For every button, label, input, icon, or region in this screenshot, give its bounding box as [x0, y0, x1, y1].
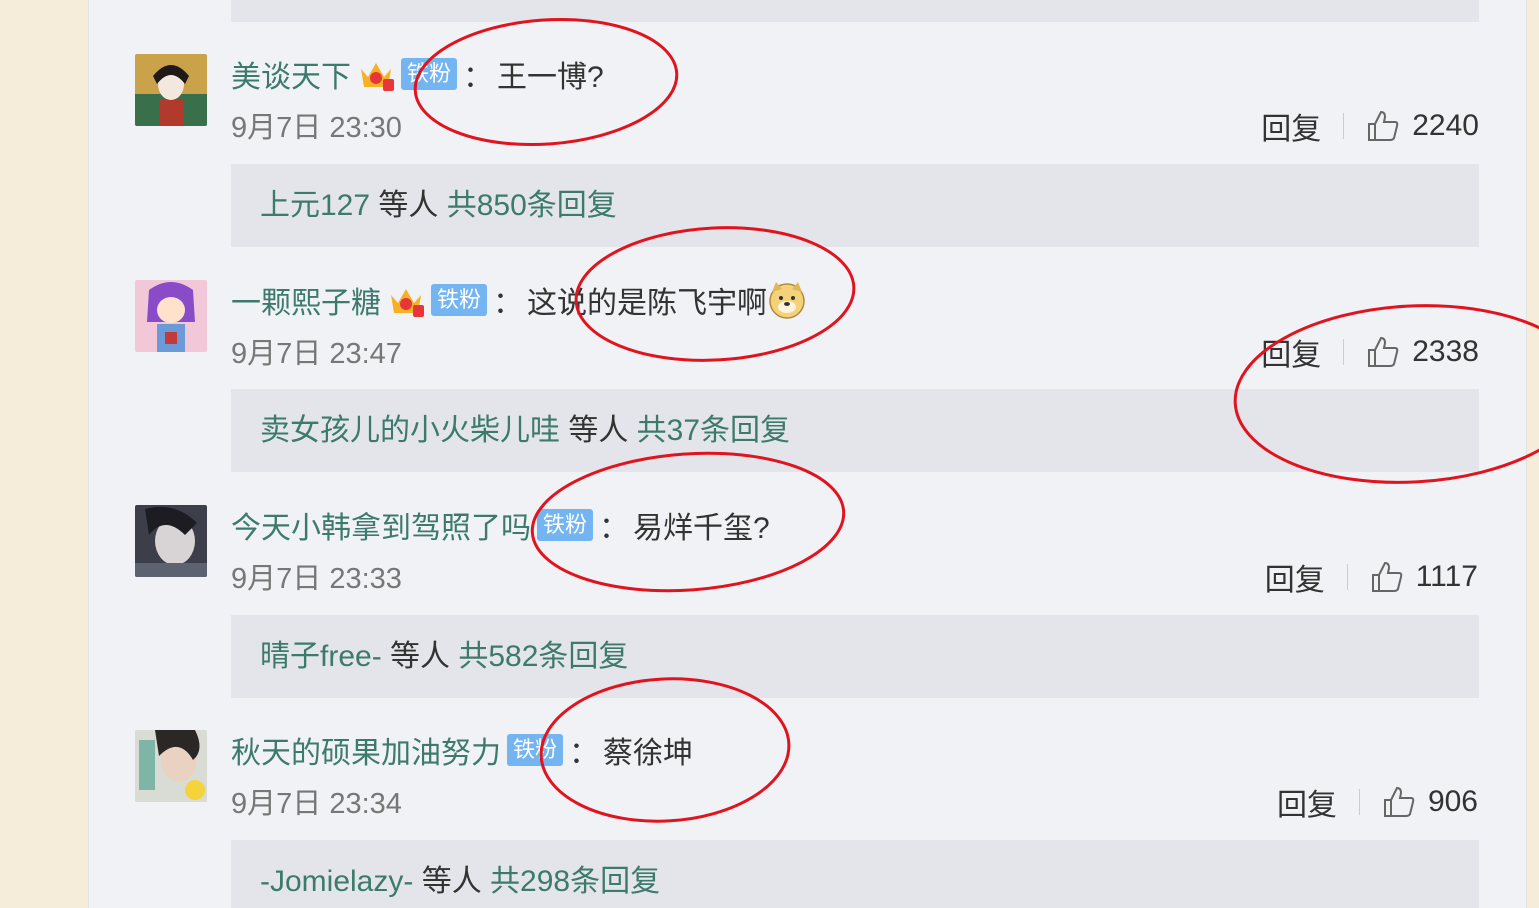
comment-text: 这说的是陈飞宇啊 — [527, 287, 768, 320]
reply-button[interactable]: 回复 — [1261, 330, 1321, 374]
divider — [1343, 339, 1345, 365]
like-count: 2338 — [1412, 335, 1479, 368]
like-count: 2240 — [1412, 109, 1479, 142]
fan-badge: 铁粉 — [537, 509, 594, 541]
avatar[interactable] — [135, 54, 207, 126]
reply-count-link[interactable]: 共850条回复 — [447, 189, 617, 222]
reply-mid-text: 等人 — [413, 865, 491, 898]
like-count: 1117 — [1415, 560, 1478, 593]
username[interactable]: 秋天的硕果加油努力 — [231, 728, 501, 772]
reply-button[interactable]: 回复 — [1277, 780, 1337, 824]
fan-badge: 铁粉 — [431, 284, 488, 316]
reply-mid-text: 等人 — [560, 414, 637, 447]
colon: ： — [599, 512, 630, 545]
fan-badge: 铁粉 — [507, 734, 564, 766]
comment-text: 易烊千玺? — [633, 512, 770, 545]
username[interactable]: 一颗熙子糖 — [231, 278, 381, 322]
fan-badge: 铁粉 — [401, 58, 458, 90]
thumbs-up-icon[interactable] — [1366, 109, 1400, 143]
username[interactable]: 美谈天下 — [231, 52, 351, 96]
reply-count-link[interactable]: 共582条回复 — [458, 640, 628, 673]
colon: ： — [493, 287, 524, 320]
reply-button[interactable]: 回复 — [1265, 555, 1325, 599]
reply-summary-box[interactable]: 卖女孩儿的小火柴儿哇 等人 共37条回复 — [231, 389, 1479, 472]
comment-time: 9月7日 23:33 — [231, 563, 402, 595]
reply-count-link[interactable]: 共37条回复 — [637, 414, 790, 447]
comment-actions: 回复 906 — [1277, 780, 1478, 824]
comment-time: 9月7日 23:30 — [231, 112, 402, 144]
comment-time: 9月7日 23:34 — [231, 788, 402, 820]
reply-user-link[interactable]: 上元127 — [260, 189, 370, 222]
previous-reply-box[interactable] — [231, 0, 1479, 22]
like-count: 906 — [1427, 785, 1478, 818]
reply-user-link[interactable]: 晴子free- — [260, 640, 382, 673]
avatar[interactable] — [135, 505, 207, 577]
reply-summary-box[interactable]: -Jomielazy- 等人 共298条回复 — [231, 840, 1479, 908]
avatar[interactable] — [135, 280, 207, 352]
reply-user-link[interactable]: 卖女孩儿的小火柴儿哇 — [260, 414, 560, 447]
reply-button[interactable]: 回复 — [1261, 104, 1321, 148]
comment-actions: 回复 1117 — [1265, 555, 1478, 599]
colon: ： — [569, 737, 600, 770]
comment-actions: 回复 2338 — [1261, 330, 1479, 374]
reply-user-link[interactable]: -Jomielazy- — [260, 865, 413, 898]
thumbs-up-icon[interactable] — [1366, 335, 1400, 369]
crown-member-icon — [391, 289, 424, 317]
colon: ： — [463, 61, 494, 94]
comment-text: 王一博? — [497, 61, 604, 94]
crown-member-icon — [361, 63, 394, 91]
divider — [1358, 789, 1360, 815]
comment-actions: 回复 2240 — [1261, 104, 1479, 148]
comment-text: 蔡徐坤 — [603, 737, 694, 770]
doge-emoji-icon — [769, 282, 805, 319]
reply-summary-box[interactable]: 上元127 等人 共850条回复 — [231, 164, 1479, 247]
divider — [1346, 564, 1348, 590]
avatar[interactable] — [135, 730, 207, 802]
thumbs-up-icon[interactable] — [1382, 785, 1416, 819]
thumbs-up-icon[interactable] — [1370, 560, 1404, 594]
divider — [1343, 113, 1345, 139]
reply-mid-text: 等人 — [381, 640, 459, 673]
comment-time: 9月7日 23:47 — [231, 338, 402, 370]
username[interactable]: 今天小韩拿到驾照了吗 — [231, 503, 531, 547]
reply-count-link[interactable]: 共298条回复 — [490, 865, 660, 898]
reply-summary-box[interactable]: 晴子free- 等人 共582条回复 — [231, 615, 1479, 698]
reply-mid-text: 等人 — [370, 189, 447, 222]
